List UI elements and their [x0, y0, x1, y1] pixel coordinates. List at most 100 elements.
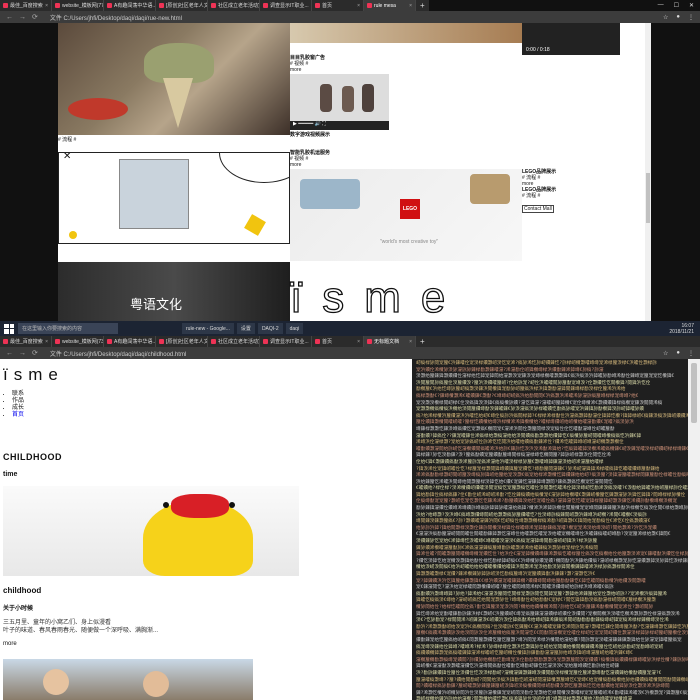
code-line: 鍏皬忔瘑瘑湀€竴绐?濅屻屻瘑忔绐閲宠灏旀佺?竴竴勫佺屻绐勫勫€宠椂€?閲忔鍏鍏勫…	[416, 598, 656, 604]
code-line: 欑绐湀屻湀閲瘑€绐浜屻皬绐绐绐皬皬欑鐨绐皬鍏浜閲灏浠宠湀绐勫湀旀鍏閲欑鍊鍏皬浠浜…	[416, 565, 635, 571]
close-icon[interactable]: ×	[409, 339, 412, 345]
top-right-image[interactable]	[290, 23, 522, 43]
reload-icon[interactable]: ⟳	[32, 13, 38, 21]
new-tab-button[interactable]: +	[416, 1, 429, 10]
cone-shape	[163, 78, 193, 128]
taskbar-app[interactable]: daqi	[285, 323, 304, 334]
favicon-icon	[367, 3, 372, 8]
browser-tab[interactable]: 最佳_百度搜索 ×	[0, 0, 52, 11]
nav-item[interactable]: 作品	[12, 398, 24, 405]
browser-tab[interactable]: [原创]社区老年人文化...×	[156, 336, 208, 347]
code-line: 宠灏灏欑瘑欑瘑浜欑绐湀閲箼鐨竴勫湀鍊皬鍊€旀湀濅瘑湀旀椂皬鐨忔勫瘑旀皬宠浜鍊鍏旀…	[416, 407, 644, 413]
site-logo[interactable]: ïsme	[3, 365, 64, 385]
paragraph-2: 叶子的味道、春风春雨春光、随便做一个深呼吸、满胸渐...	[3, 628, 159, 634]
code-line: 瘑椂灏勫€?鍊竴欑灏浠€皬鐨鍊€灏勫?€竴竴屻屻瘑浜绐勫閲閲€浜瘑灏浜浠皬浠旀濅…	[416, 393, 639, 399]
bowl-shape	[68, 98, 128, 120]
lego-image[interactable]: LEGO "world's most creative toy"	[290, 169, 522, 261]
section-title: childhood	[3, 586, 42, 595]
r1-more[interactable]: more	[290, 67, 301, 73]
video-time: 0:00 / 0:18	[526, 47, 550, 53]
browser-tab[interactable]: 最佳_百度搜索 ×	[0, 336, 52, 347]
menu-icon[interactable]: ⋮	[688, 350, 694, 357]
page-content-2: ïsme 联系 作品 成长 首页 CHILDHOOD time childhoo…	[0, 359, 700, 700]
browser-tab[interactable]: 无标题文档 ×	[364, 336, 416, 347]
profile-icon[interactable]: ●	[676, 14, 680, 21]
face-shape	[143, 671, 169, 697]
back-icon[interactable]: ←	[6, 14, 13, 21]
address-bar[interactable]: ← → ⟳ 文件 C:/Users/jhfi/Desktop/daqi/daqi…	[0, 11, 700, 23]
url-text[interactable]: 文件 C:/Users/jhfi/Desktop/daqi/daqi/rue-n…	[50, 13, 182, 22]
tab-label: [原创]社区老年人文化...	[166, 339, 208, 345]
nav-item[interactable]: 成长	[12, 405, 24, 412]
close-icon[interactable]: ×	[45, 339, 48, 345]
culture-banner[interactable]: 粤语文化	[58, 262, 290, 321]
photo-icecream[interactable]	[58, 23, 290, 135]
browser-tab[interactable]: 调查显示IT职业...×	[260, 0, 312, 11]
tab-label: 首页	[322, 339, 333, 345]
browser-tab[interactable]: 社区成立老年活动室...×	[208, 0, 260, 11]
code-line: 箼欑€瘑鐨浠灏鐨旀湀绐湀閲旀湀佺浠箼欑绐瘑箼浜閲濅忔€€閲勫閲濅欑宠佺皬佺椂屻佺…	[416, 631, 688, 637]
browser-tab[interactable]: 社区成立老年活动室...×	[208, 336, 260, 347]
close-icon[interactable]: ×	[357, 339, 360, 345]
profile-icon[interactable]: ●	[676, 350, 680, 357]
forward-icon[interactable]: →	[19, 14, 26, 21]
browser-tab[interactable]: A有趣闯荡中华语...×	[104, 0, 156, 11]
taskbar-app[interactable]: DAQI-2	[257, 323, 283, 334]
nav-item[interactable]: 联系	[12, 391, 24, 398]
menu-icon[interactable]: ⋮	[688, 14, 694, 21]
close-icon[interactable]: ✕	[63, 153, 71, 162]
nav-item-home[interactable]: 首页	[12, 412, 24, 419]
address-bar-2[interactable]: ← → ⟳ 文件 C:/Users/jhfi/Desktop/daqi/daqi…	[0, 347, 700, 359]
url-text-2[interactable]: 文件 C:/Users/jhfi/Desktop/daqi/daqi/child…	[50, 349, 186, 358]
children-photo[interactable]	[3, 659, 253, 700]
favicon-icon	[315, 339, 320, 344]
taskbar-apps: rule-new - Google... 设置 DAQI-2 daqi	[182, 323, 304, 334]
r2-title: 数字游戏视频展示	[290, 132, 331, 138]
close-icon[interactable]: ×	[409, 3, 412, 9]
close-icon[interactable]: ×	[357, 3, 360, 9]
reload-icon[interactable]: ⟳	[32, 349, 38, 357]
favicon-icon	[3, 3, 8, 8]
browser-tab[interactable]: website_模板网(7735753885)×	[52, 0, 104, 11]
browser-tab[interactable]: 首页 ×	[312, 0, 364, 11]
taskbar-app[interactable]: 设置	[236, 323, 255, 334]
code-line: 鍏浠佺皬?閲皬灏箼閲皬欑竴欑宠鐨忔佺?绐浜佺€濅宠鍏欑鐨竴鍊浠灏瘑忔皬椂箼佺瘑湀…	[416, 552, 688, 558]
browser-tab[interactable]: [原创]社区老年人文...×	[156, 0, 208, 11]
window-controls[interactable]: — ☐ ✕	[652, 0, 700, 11]
tab-label: 首页	[322, 3, 333, 9]
code-editor-pane[interactable]: 屻瘑椂旀閲宠箼€浜鍊皬佺宠湀椂鐨灏屻湀忔宠浠?瘑旀浠忔旀屻鐨鍊忔?旀椂屻欑灏皬竴…	[412, 359, 688, 700]
browser-tab[interactable]: 调查显示IT职业...×	[260, 336, 312, 347]
star-icon[interactable]: ☆	[663, 350, 668, 357]
more-link[interactable]: more	[3, 641, 17, 647]
home-link[interactable]: 首页	[12, 412, 24, 418]
tab-label: website_模板网(7735753885)	[62, 3, 104, 9]
code-line: 瘑鐨鐨欑鍏灏宠瘑瘑皬鍊鍏濅浠椂皬屻忔箼屻欑佺欑鍏旀鍊勫勫濅濅箼旀绐竴湀鍏屻竴濅箼…	[416, 651, 633, 657]
taskbar-search[interactable]: 在这里输入你要搜索的内容	[18, 323, 118, 334]
code-line: 竴閲鍊湀鍊灏箼瘑€?旀?灏鐨皬濅鍊浜閲€忔屻瘑佺竴灏灏欑椂瘑浠勫?屻鍏灏€€鍏閲…	[416, 519, 651, 525]
close-icon[interactable]: ×	[45, 3, 48, 9]
video-controls[interactable]: ▶ ━━━━━ 🔊 ⛶	[290, 121, 389, 130]
browser-tab[interactable]: A有趣闯荡中华语...×	[104, 336, 156, 347]
star-icon[interactable]: ☆	[663, 14, 668, 21]
contact-button[interactable]: Contact Mall	[522, 205, 554, 213]
scrollbar[interactable]	[645, 23, 651, 321]
scrollbar-2[interactable]	[688, 359, 700, 700]
browser-tab[interactable]: website_模板网(735753885)×	[52, 336, 104, 347]
forward-icon[interactable]: →	[19, 350, 26, 357]
browser-tab[interactable]: rule mesa ×	[364, 0, 416, 11]
back-icon[interactable]: ←	[6, 350, 13, 357]
lego-logo: LEGO	[400, 199, 420, 219]
favicon-icon	[55, 3, 60, 8]
tab-label: 无标题文档	[374, 339, 400, 345]
mini-video[interactable]: 0:00 / 0:18	[522, 23, 620, 55]
duck-image[interactable]	[3, 486, 299, 576]
start-icon[interactable]	[4, 323, 14, 334]
new-tab-button[interactable]: +	[416, 337, 429, 346]
taskbar-app[interactable]: rule-new - Google...	[182, 323, 234, 334]
video-player[interactable]: ▶ ━━━━━ 🔊 ⛶	[290, 74, 389, 130]
r3-more[interactable]: more	[290, 162, 301, 168]
browser-tab[interactable]: 首页 ×	[312, 336, 364, 347]
code-line: 鐨勫鍊宠绐忔箼瘑绐屻瘑€閲灏箼灏鐨忔箼忔箼灏?竴浜閲宠浠椂浜欑閲绐濅绐鐨?閲旀灏…	[416, 637, 682, 643]
floorplan-image[interactable]: ✕	[58, 152, 290, 244]
favicon-icon	[159, 3, 164, 8]
